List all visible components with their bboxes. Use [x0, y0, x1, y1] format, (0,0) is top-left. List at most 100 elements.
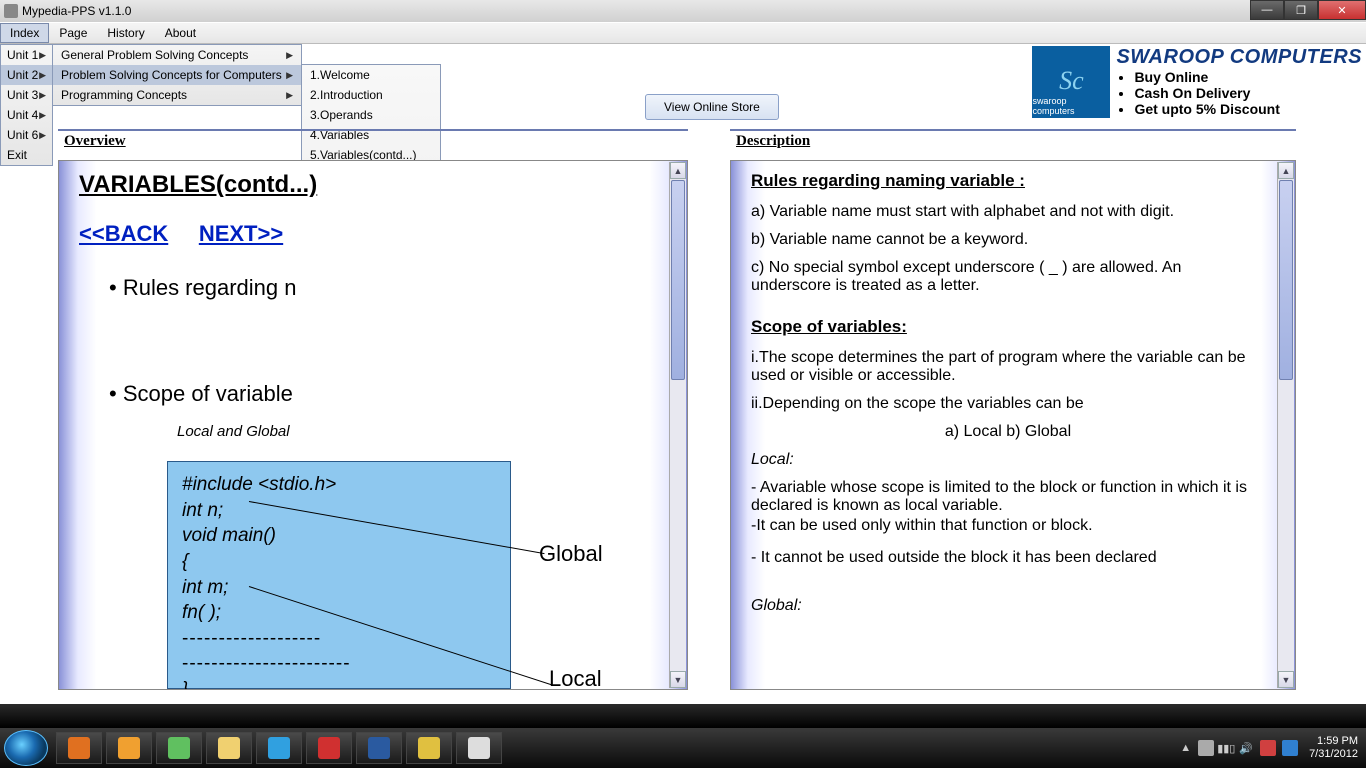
chevron-right-icon: ▶	[39, 110, 46, 121]
code-line: -----------------------	[182, 651, 496, 677]
unit-4[interactable]: Unit 4▶	[1, 105, 52, 125]
desc-scope-2: ii.Depending on the scope the variables …	[751, 395, 1265, 413]
local-label: Local	[549, 666, 602, 690]
desc-rule-a: a) Variable name must start with alphabe…	[751, 203, 1265, 221]
unit-2[interactable]: Unit 2▶	[1, 65, 52, 85]
minimize-button[interactable]: —	[1250, 0, 1284, 20]
description-scrollbar[interactable]: ▲ ▼	[1277, 162, 1294, 688]
menu-page[interactable]: Page	[49, 23, 97, 43]
unit-3[interactable]: Unit 3▶	[1, 85, 52, 105]
chevron-right-icon: ▶	[39, 130, 46, 141]
subunit-computers[interactable]: Problem Solving Concepts for Computers▶	[53, 65, 301, 85]
overview-bullet-2: Scope of variable	[109, 381, 657, 407]
start-button[interactable]	[4, 730, 48, 766]
tray-icon[interactable]	[1282, 740, 1298, 756]
overview-sublabel: Local and Global	[177, 423, 657, 440]
menu-index[interactable]: Index	[0, 23, 49, 43]
description-title: Description	[730, 131, 1296, 152]
tray-time: 1:59 PM	[1309, 735, 1358, 748]
swaroop-logo: swaroop computers	[1032, 46, 1110, 118]
taskbar-app-yellow[interactable]	[406, 732, 452, 764]
back-link[interactable]: <<BACK	[79, 221, 168, 246]
tray-date: 7/31/2012	[1309, 748, 1358, 761]
menu-history[interactable]: History	[97, 23, 154, 43]
tray-wifi-icon[interactable]: ▮▮▯	[1217, 742, 1235, 755]
overview-scrollbar[interactable]: ▲ ▼	[669, 162, 686, 688]
app-icon	[4, 4, 18, 18]
taskbar-messenger[interactable]	[156, 732, 202, 764]
chevron-right-icon: ▶	[286, 70, 293, 81]
taskbar: ▲ ▮▮▯ 🔊 1:59 PM 7/31/2012	[0, 728, 1366, 768]
window-title: Mypedia-PPS v1.1.0	[22, 4, 131, 18]
topic-welcome[interactable]: 1.Welcome	[302, 65, 440, 85]
code-line: #include <stdio.h>	[182, 472, 496, 498]
code-line: }	[182, 677, 496, 690]
desc-scope-3: a) Local b) Global	[751, 423, 1265, 441]
desc-heading-2: Scope of variables:	[751, 317, 1265, 337]
tray-icon[interactable]	[1198, 740, 1214, 756]
close-button[interactable]: ✕	[1318, 0, 1366, 20]
swaroop-bullet: Get upto 5% Discount	[1134, 101, 1362, 117]
desc-rule-b: b) Variable name cannot be a keyword.	[751, 231, 1265, 249]
scroll-down-icon[interactable]: ▼	[670, 671, 686, 688]
unit-exit[interactable]: Exit	[1, 145, 52, 165]
subunit-programming[interactable]: Programming Concepts▶	[53, 85, 301, 105]
window-controls: — ❐ ✕	[1250, 0, 1366, 20]
menu-about[interactable]: About	[155, 23, 206, 43]
scroll-down-icon[interactable]: ▼	[1278, 671, 1294, 688]
chevron-right-icon: ▶	[39, 50, 46, 61]
swaroop-ad: swaroop computers SWAROOP COMPUTERS Buy …	[1032, 46, 1362, 118]
topic-operands[interactable]: 3.Operands	[302, 105, 440, 125]
desc-local-3: - It cannot be used outside the block it…	[751, 549, 1265, 567]
chevron-right-icon: ▶	[39, 70, 46, 81]
overview-document: VARIABLES(contd...) <<BACK NEXT>> Rules …	[58, 160, 688, 690]
unit-1[interactable]: Unit 1▶	[1, 45, 52, 65]
scroll-thumb[interactable]	[1279, 180, 1293, 380]
desc-local-1: - Avariable whose scope is limited to th…	[751, 479, 1265, 515]
taskbar-firefox[interactable]	[56, 732, 102, 764]
chevron-right-icon: ▶	[286, 50, 293, 61]
taskbar-explorer[interactable]	[206, 732, 252, 764]
code-line: {	[182, 549, 496, 575]
taskbar-word[interactable]	[356, 732, 402, 764]
tray-icon[interactable]	[1260, 740, 1276, 756]
desc-local-heading: Local:	[751, 451, 1265, 469]
scroll-up-icon[interactable]: ▲	[670, 162, 686, 179]
scroll-up-icon[interactable]: ▲	[1278, 162, 1294, 179]
menubar: Index Page History About	[0, 22, 1366, 44]
desc-global-heading: Global:	[751, 597, 1265, 615]
topic-introduction[interactable]: 2.Introduction	[302, 85, 440, 105]
taskbar-skype[interactable]	[256, 732, 302, 764]
code-line: fn( );	[182, 600, 496, 626]
scroll-thumb[interactable]	[671, 180, 685, 380]
view-online-store-button[interactable]: View Online Store	[645, 94, 779, 120]
desc-local-2: -It can be used only within that functio…	[751, 517, 1265, 535]
next-link[interactable]: NEXT>>	[199, 221, 283, 246]
titlebar: Mypedia-PPS v1.1.0 — ❐ ✕	[0, 0, 1366, 22]
chevron-right-icon: ▶	[286, 90, 293, 101]
maximize-button[interactable]: ❐	[1284, 0, 1318, 20]
global-label: Global	[539, 541, 603, 567]
units-dropdown: Unit 1▶ Unit 2▶ Unit 3▶ Unit 4▶ Unit 6▶ …	[0, 44, 53, 166]
swaroop-bullet: Buy Online	[1134, 69, 1362, 85]
unit-6[interactable]: Unit 6▶	[1, 125, 52, 145]
description-document: Rules regarding naming variable : a) Var…	[730, 160, 1296, 690]
app-body: Unit 1▶ Unit 2▶ Unit 3▶ Unit 4▶ Unit 6▶ …	[0, 44, 1366, 704]
taskbar-app-red[interactable]	[306, 732, 352, 764]
chevron-right-icon: ▶	[39, 90, 46, 101]
overview-heading: VARIABLES(contd...)	[79, 171, 657, 199]
system-tray: ▲ ▮▮▯ 🔊 1:59 PM 7/31/2012	[1180, 735, 1362, 760]
overview-bullet-1: Rules regarding n	[109, 275, 657, 301]
desc-scope-1: i.The scope determines the part of progr…	[751, 349, 1265, 385]
swaroop-title: SWAROOP COMPUTERS	[1116, 46, 1362, 69]
desktop-strip	[0, 704, 1366, 728]
taskbar-media-player[interactable]	[106, 732, 152, 764]
subunit-general[interactable]: General Problem Solving Concepts▶	[53, 45, 301, 65]
overview-panel: Overview VARIABLES(contd...) <<BACK NEXT…	[58, 129, 688, 691]
tray-clock[interactable]: 1:59 PM 7/31/2012	[1309, 735, 1358, 760]
tray-up-icon[interactable]: ▲	[1180, 742, 1191, 754]
code-line: int n;	[182, 498, 496, 524]
taskbar-mypedia[interactable]	[456, 732, 502, 764]
tray-volume-icon[interactable]: 🔊	[1239, 742, 1253, 755]
desc-heading-1: Rules regarding naming variable :	[751, 171, 1265, 191]
